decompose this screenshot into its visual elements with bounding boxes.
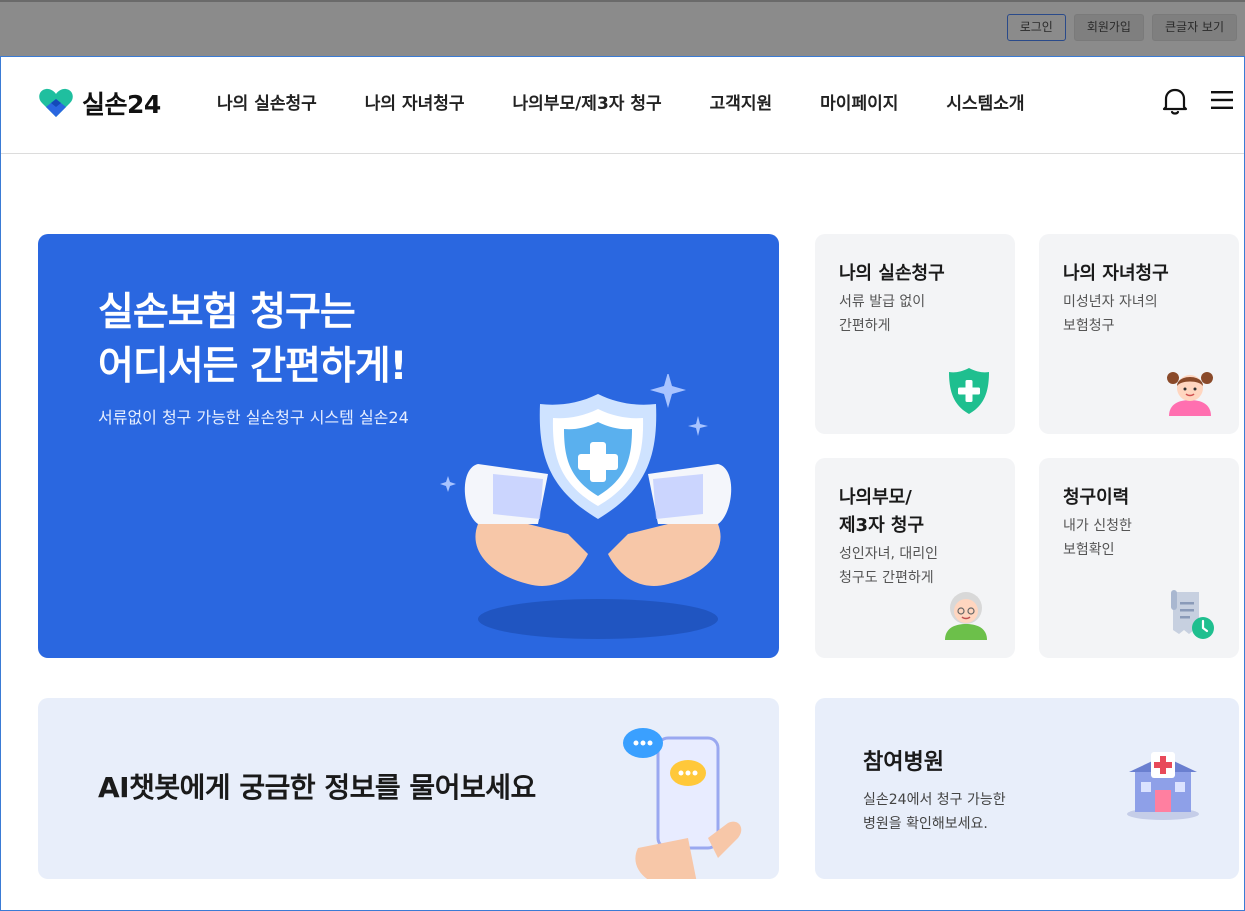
site-logo[interactable]: 실손24 [38, 85, 161, 121]
ai-chatbot-banner[interactable]: AI챗봇에게 궁금한 정보를 물어보세요 [38, 698, 779, 879]
elder-avatar-icon [945, 592, 987, 640]
hero-title-line1: 실손보험 청구는 [98, 290, 356, 335]
main-frame: 실손24 나의 실손청구 나의 자녀청구 나의부모/제3자 청구 고객지원 마이… [0, 56, 1245, 911]
signup-button[interactable]: 회원가입 [1073, 14, 1144, 41]
hospital-building-icon [1127, 752, 1199, 820]
card-desc: 성인자녀, 대리인 청구도 간편하게 [839, 546, 939, 586]
main-nav: 나의 실손청구 나의 자녀청구 나의부모/제3자 청구 고객지원 마이페이지 시… [217, 89, 1073, 114]
utility-buttons: 로그인 회원가입 큰글자 보기 [1006, 14, 1237, 41]
card-title-line2: 제3자 청구 [839, 515, 925, 536]
nav-customer-support[interactable]: 고객지원 [710, 89, 773, 114]
participating-hospitals-banner[interactable]: 참여병원 실손24에서 청구 가능한 병원을 확인해보세요. [815, 698, 1239, 879]
card-title-line1: 나의부모/ [839, 487, 912, 508]
card-claim-history[interactable]: 청구이력 내가 신청한 보험확인 [1039, 458, 1239, 658]
nav-parent-third-party-claim[interactable]: 나의부모/제3자 청구 [513, 89, 662, 114]
card-parent-third-party-claim[interactable]: 나의부모/ 제3자 청구 성인자녀, 대리인 청구도 간편하게 [815, 458, 1015, 658]
nav-my-page[interactable]: 마이페이지 [820, 89, 898, 114]
hamburger-menu-icon[interactable] [1210, 89, 1234, 111]
hospital-banner-desc: 실손24에서 청구 가능한 병원을 확인해보세요. [863, 792, 1006, 832]
hero-title-line2: 어디서든 간편하게! [98, 344, 407, 389]
card-title: 나의 자녀청구 [1063, 263, 1169, 284]
utility-bar: 로그인 회원가입 큰글자 보기 [0, 0, 1245, 56]
card-my-claim[interactable]: 나의 실손청구 서류 발급 없이 간편하게 [815, 234, 1015, 434]
hero-banner[interactable]: 실손보험 청구는 어디서든 간편하게! 서류없이 청구 가능한 실손청구 시스템… [38, 234, 779, 658]
card-title: 청구이력 [1063, 487, 1130, 508]
card-title: 나의부모/ 제3자 청구 [839, 484, 924, 540]
card-desc: 내가 신청한 보험확인 [1063, 518, 1132, 558]
child-avatar-icon [1167, 372, 1213, 416]
phone-chat-illustration [623, 728, 742, 879]
large-text-button[interactable]: 큰글자 보기 [1151, 14, 1237, 41]
nav-my-claim[interactable]: 나의 실손청구 [217, 89, 317, 114]
login-button[interactable]: 로그인 [1006, 14, 1066, 41]
bell-icon[interactable] [1162, 87, 1188, 115]
card-desc: 미성년자 자녀의 보험청구 [1063, 294, 1158, 334]
logo-text: 실손24 [82, 90, 161, 119]
heart-logo-icon [39, 88, 73, 117]
shield-hands-illustration [440, 374, 732, 639]
receipt-history-icon [1171, 590, 1214, 639]
hero-title: 실손보험 청구는 어디서든 간편하게! [98, 286, 407, 394]
hospital-banner-title: 참여병원 [863, 750, 944, 775]
card-desc: 서류 발급 없이 간편하게 [839, 294, 926, 334]
shield-plus-icon [949, 368, 989, 414]
card-title: 나의 실손청구 [839, 263, 945, 284]
nav-child-claim[interactable]: 나의 자녀청구 [365, 89, 465, 114]
nav-system-intro[interactable]: 시스템소개 [946, 89, 1024, 114]
card-child-claim[interactable]: 나의 자녀청구 미성년자 자녀의 보험청구 [1039, 234, 1239, 434]
ai-banner-text: AI챗봇에게 궁금한 정보를 물어보세요 [98, 771, 536, 804]
hero-subtitle: 서류없이 청구 가능한 실손청구 시스템 실손24 [98, 408, 409, 427]
site-header: 실손24 나의 실손청구 나의 자녀청구 나의부모/제3자 청구 고객지원 마이… [1, 57, 1244, 154]
